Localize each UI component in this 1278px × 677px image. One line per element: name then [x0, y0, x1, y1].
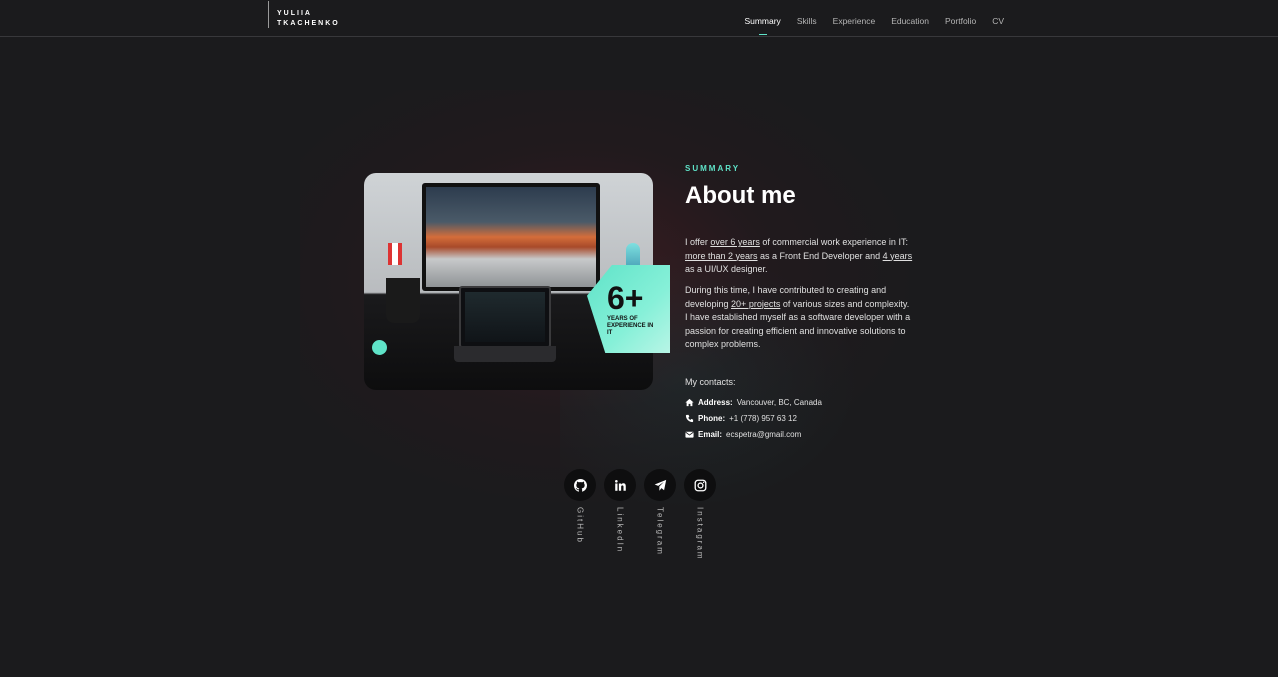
github-label: GitHub	[575, 507, 585, 544]
nav-summary[interactable]: Summary	[744, 16, 780, 26]
linkedin-icon[interactable]	[604, 469, 636, 501]
nav-cv[interactable]: CV	[992, 16, 1004, 26]
phone-value[interactable]: +1 (778) 957 63 12	[729, 414, 797, 423]
phone-label: Phone:	[698, 414, 726, 423]
contacts-title: My contacts:	[685, 377, 736, 387]
github-icon[interactable]	[564, 469, 596, 501]
highlight-4-years: 4 years	[882, 250, 913, 261]
page-title: About me	[685, 182, 796, 209]
site-header: YULIIA TKACHENKO Summary Skills Experien…	[0, 0, 1278, 37]
nav-skills[interactable]: Skills	[797, 16, 817, 26]
highlight-20-projects: 20+ projects	[731, 298, 781, 309]
main-nav: Summary Skills Experience Education Port…	[744, 16, 1004, 26]
social-instagram[interactable]: Instagram	[684, 469, 716, 561]
accent-dot	[372, 340, 387, 355]
email-label: Email:	[698, 430, 723, 439]
telegram-label: Telegram	[655, 507, 665, 556]
social-telegram[interactable]: Telegram	[644, 469, 676, 561]
telegram-icon[interactable]	[644, 469, 676, 501]
summary-paragraph-1: I offer over 6 years of commercial work …	[685, 237, 913, 274]
logo[interactable]: YULIIA TKACHENKO	[268, 1, 340, 28]
nav-education[interactable]: Education	[891, 16, 929, 26]
nav-portfolio[interactable]: Portfolio	[945, 16, 976, 26]
social-github[interactable]: GitHub	[564, 469, 596, 561]
home-icon	[685, 398, 694, 407]
instagram-icon[interactable]	[684, 469, 716, 501]
social-links: GitHub LinkedIn Telegram Instagram	[564, 469, 716, 561]
email-value[interactable]: ecspetra@gmail.com	[726, 430, 801, 439]
mail-icon	[685, 430, 694, 439]
logo-line-1: YULIIA	[277, 10, 312, 17]
instagram-label: Instagram	[695, 507, 705, 561]
linkedin-label: LinkedIn	[615, 507, 625, 554]
photo-flag	[388, 243, 402, 265]
contact-email: Email: ecspetra@gmail.com	[685, 430, 801, 439]
summary-paragraph-2: During this time, I have contributed to …	[685, 285, 911, 349]
badge-number: 6+	[607, 280, 644, 316]
logo-line-2: TKACHENKO	[277, 20, 340, 27]
contact-address: Address: Vancouver, BC, Canada	[685, 398, 822, 407]
address-label: Address:	[698, 398, 733, 407]
photo-cup	[386, 278, 420, 323]
highlight-2-years: more than 2 years	[685, 250, 758, 261]
photo-laptop	[459, 286, 551, 348]
social-linkedin[interactable]: LinkedIn	[604, 469, 636, 561]
contact-phone: Phone: +1 (778) 957 63 12	[685, 414, 797, 423]
photo-laptop-base	[454, 346, 556, 362]
badge-text: YEARS OF EXPERIENCE IN IT	[607, 316, 654, 336]
section-label: SUMMARY	[685, 164, 741, 173]
address-value: Vancouver, BC, Canada	[736, 398, 822, 407]
nav-experience[interactable]: Experience	[833, 16, 876, 26]
phone-icon	[685, 414, 694, 423]
highlight-over-6-years: over 6 years	[710, 237, 760, 247]
photo-monitor	[422, 183, 600, 291]
